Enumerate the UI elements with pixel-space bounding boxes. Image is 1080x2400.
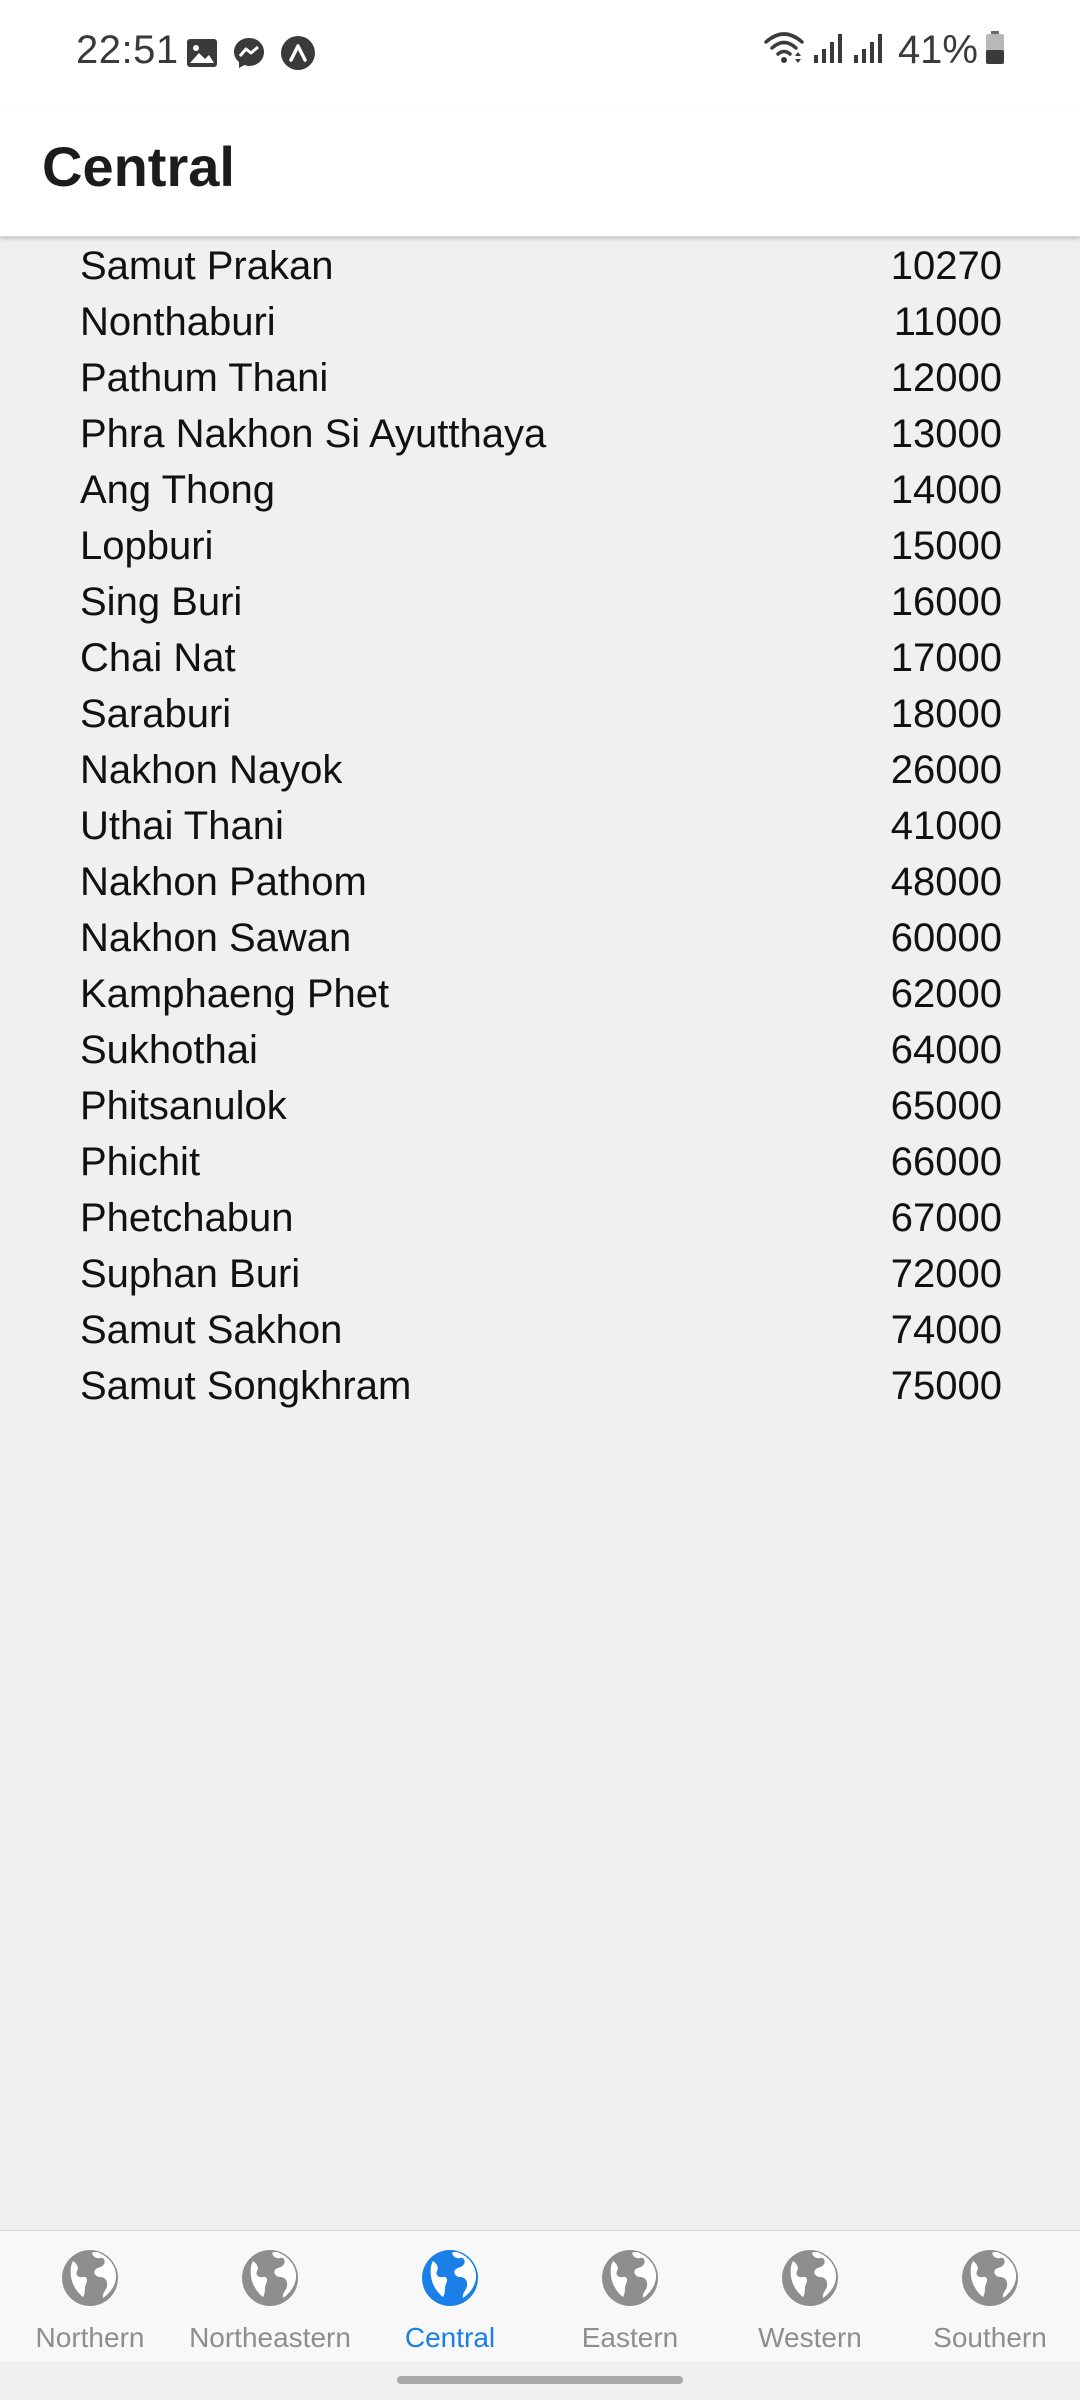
postal-code: 10270	[890, 244, 1002, 288]
list-item[interactable]: Suphan Buri 72000	[0, 1248, 1080, 1304]
province-name: Nakhon Sawan	[80, 916, 352, 960]
postal-code: 62000	[890, 972, 1002, 1016]
globe-icon	[239, 2247, 301, 2314]
messenger-icon	[232, 36, 266, 75]
globe-icon	[959, 2247, 1021, 2314]
list-item[interactable]: Nakhon Pathom 48000	[0, 856, 1080, 912]
system-icons: 41%	[762, 28, 1006, 73]
tab-southern[interactable]: Southern	[900, 2231, 1080, 2361]
postal-code: 13000	[890, 412, 1002, 456]
list-item[interactable]: Phra Nakhon Si Ayutthaya 13000	[0, 408, 1080, 464]
globe-icon	[779, 2247, 841, 2314]
province-name: Samut Prakan	[80, 244, 334, 288]
tab-label: Western	[758, 2322, 862, 2353]
tab-western[interactable]: Western	[720, 2231, 900, 2361]
list-item[interactable]: Uthai Thani 41000	[0, 800, 1080, 856]
postal-code: 14000	[890, 468, 1002, 512]
tab-label: Eastern	[581, 2322, 679, 2353]
tab-eastern[interactable]: Eastern	[540, 2231, 720, 2361]
province-name: Kamphaeng Phet	[80, 972, 390, 1016]
province-list[interactable]: Samut Prakan 10270 Nonthaburi 11000 Pathum T…	[0, 240, 1080, 1416]
province-name: Uthai Thani	[80, 804, 284, 848]
province-name: Phitsanulok	[80, 1084, 287, 1128]
page-title: Central	[42, 135, 235, 198]
list-item[interactable]: Saraburi 18000	[0, 688, 1080, 744]
postal-code: 17000	[890, 636, 1002, 680]
list-item[interactable]: Nakhon Nayok 26000	[0, 744, 1080, 800]
list-item[interactable]: Lopburi 15000	[0, 520, 1080, 576]
tab-label: Central	[404, 2322, 496, 2353]
postal-code: 12000	[890, 356, 1002, 400]
globe-icon	[419, 2247, 481, 2314]
list-item[interactable]: Pathum Thani 12000	[0, 352, 1080, 408]
status-time: 22:51	[76, 28, 179, 72]
bottom-tab-bar: Northern Northeastern Central Eastern We…	[0, 2230, 1080, 2361]
province-name: Samut Sakhon	[80, 1308, 343, 1352]
status-bar: 22:51 41%	[0, 0, 1080, 106]
list-item[interactable]: Chai Nat 17000	[0, 632, 1080, 688]
list-item[interactable]: Samut Sakhon 74000	[0, 1304, 1080, 1360]
postal-code: 75000	[890, 1364, 1002, 1408]
tab-central[interactable]: Central	[360, 2231, 540, 2361]
postal-code: 11000	[893, 300, 1002, 344]
province-name: Nonthaburi	[80, 300, 276, 344]
province-name: Sukhothai	[80, 1028, 258, 1072]
postal-code: 67000	[890, 1196, 1002, 1240]
province-name: Chai Nat	[80, 636, 236, 680]
list-item[interactable]: Sukhothai 64000	[0, 1024, 1080, 1080]
province-name: Suphan Buri	[80, 1252, 301, 1296]
postal-code: 48000	[890, 860, 1002, 904]
tab-label: Southern	[933, 2322, 1047, 2353]
province-name: Samut Songkhram	[80, 1364, 412, 1408]
postal-code: 64000	[890, 1028, 1002, 1072]
postal-code: 15000	[890, 524, 1002, 568]
gallery-icon	[186, 38, 218, 73]
list-item[interactable]: Nakhon Sawan 60000	[0, 912, 1080, 968]
postal-code: 65000	[890, 1084, 1002, 1128]
app-icon	[280, 35, 316, 76]
list-item[interactable]: Samut Prakan 10270	[0, 240, 1080, 296]
list-item[interactable]: Ang Thong 14000	[0, 464, 1080, 520]
postal-code: 16000	[890, 580, 1002, 624]
province-name: Sing Buri	[80, 580, 243, 624]
tab-label: Northeastern	[189, 2322, 351, 2353]
home-indicator[interactable]	[397, 2376, 683, 2384]
globe-icon	[599, 2247, 661, 2314]
list-item[interactable]: Phichit 66000	[0, 1136, 1080, 1192]
list-item[interactable]: Phetchabun 67000	[0, 1192, 1080, 1248]
postal-code: 72000	[890, 1252, 1002, 1296]
postal-code: 41000	[890, 804, 1002, 848]
signal-icon	[812, 31, 846, 70]
globe-icon	[59, 2247, 121, 2314]
province-name: Nakhon Pathom	[80, 860, 367, 904]
tab-northern[interactable]: Northern	[0, 2231, 180, 2361]
battery-icon	[984, 30, 1006, 71]
list-item[interactable]: Samut Songkhram 75000	[0, 1360, 1080, 1416]
province-name: Ang Thong	[80, 468, 275, 512]
province-name: Phichit	[80, 1140, 201, 1184]
list-item[interactable]: Kamphaeng Phet 62000	[0, 968, 1080, 1024]
signal-icon	[852, 31, 886, 70]
province-name: Saraburi	[80, 692, 232, 736]
wifi-icon	[762, 30, 806, 71]
province-name: Phetchabun	[80, 1196, 294, 1240]
tab-northeastern[interactable]: Northeastern	[180, 2231, 360, 2361]
province-name: Lopburi	[80, 524, 214, 568]
list-item[interactable]: Sing Buri 16000	[0, 576, 1080, 632]
province-name: Phra Nakhon Si Ayutthaya	[80, 412, 547, 456]
app-header: Central	[0, 106, 1080, 237]
battery-percentage: 41%	[897, 28, 978, 72]
list-item[interactable]: Phitsanulok 65000	[0, 1080, 1080, 1136]
postal-code: 26000	[890, 748, 1002, 792]
province-name: Pathum Thani	[80, 356, 329, 400]
list-item[interactable]: Nonthaburi 11000	[0, 296, 1080, 352]
notification-icons	[186, 35, 316, 76]
postal-code: 60000	[890, 916, 1002, 960]
postal-code: 18000	[890, 692, 1002, 736]
postal-code: 66000	[890, 1140, 1002, 1184]
province-name: Nakhon Nayok	[80, 748, 343, 792]
tab-label: Northern	[35, 2322, 145, 2353]
postal-code: 74000	[890, 1308, 1002, 1352]
